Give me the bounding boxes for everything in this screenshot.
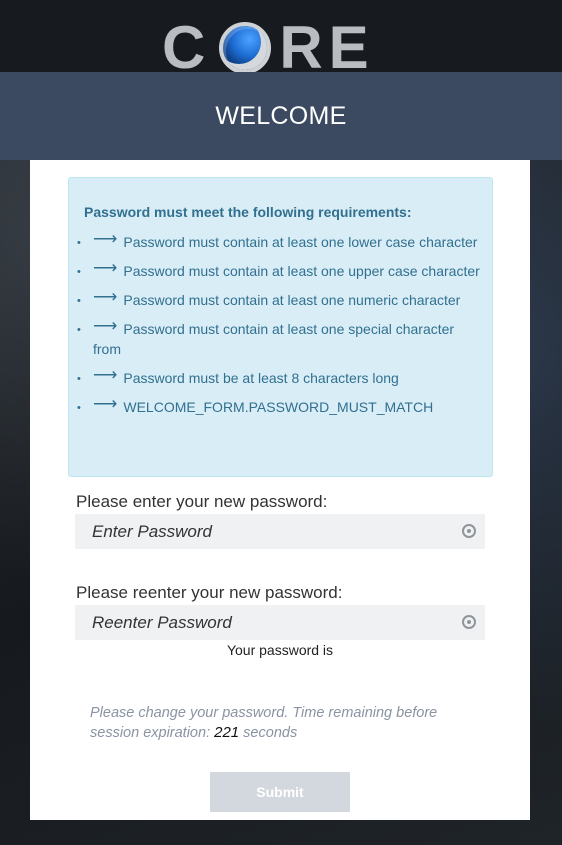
logo-orb-icon [219,22,272,74]
requirement-item: • ⟶ Password must contain at least one lo… [77,229,482,252]
requirement-item: • ⟶ Password must contain at least one sp… [77,316,482,359]
requirement-text: Password must contain at least one numer… [123,292,461,308]
submit-button[interactable]: Submit [210,772,350,812]
new-password-input[interactable] [75,514,445,549]
requirement-item: • ⟶ Password must contain at least one nu… [77,287,482,310]
bullet-icon: • [77,266,81,278]
arrow-icon: ⟶ [93,229,118,248]
requirements-box: Password must meet the following require… [68,177,493,477]
bullet-icon: • [77,402,81,414]
password-card: Password must meet the following require… [30,160,530,820]
arrow-icon: ⟶ [93,316,118,335]
new-password-field [75,514,485,549]
requirement-text: Password must contain at least one lower… [123,234,478,250]
new-password-label: Please enter your new password: [76,492,328,511]
arrow-icon: ⟶ [93,394,118,413]
expiration-suffix: seconds [239,725,298,741]
show-password-icon[interactable] [462,524,476,538]
logo-text-left: C [162,14,212,81]
arrow-icon: ⟶ [93,287,118,306]
arrow-icon: ⟶ [93,258,118,277]
reenter-password-field [75,605,485,640]
core-logo: C RE [162,14,394,81]
session-expiration-message: Please change your password. Time remain… [90,703,470,743]
bullet-icon: • [77,324,81,336]
arrow-icon: ⟶ [93,365,118,384]
requirements-title: Password must meet the following require… [84,204,412,220]
requirement-item: • ⟶ Password must contain at least one up… [77,258,482,281]
reenter-password-label: Please reenter your new password: [76,583,343,602]
requirements-list: • ⟶ Password must contain at least one lo… [77,229,482,426]
requirement-text: WELCOME_FORM.PASSWORD_MUST_MATCH [123,399,434,415]
requirement-item: • ⟶ Password must be at least 8 character… [77,365,482,388]
requirement-item: • ⟶ WELCOME_FORM.PASSWORD_MUST_MATCH [77,394,482,417]
logo-text-right: RE [279,14,375,81]
seconds-remaining: 221 [214,724,240,741]
requirement-text: Password must contain at least one speci… [93,321,455,357]
welcome-banner: WELCOME [0,72,562,160]
password-strength-text: Your password is [226,642,334,658]
reenter-password-input[interactable] [75,605,445,640]
bullet-icon: • [77,373,81,385]
requirement-text: Password must contain at least one upper… [123,263,480,279]
show-password-icon[interactable] [462,615,476,629]
bullet-icon: • [77,295,81,307]
bullet-icon: • [77,237,81,249]
requirement-text: Password must be at least 8 characters l… [123,370,399,386]
page-title: WELCOME [215,101,347,130]
